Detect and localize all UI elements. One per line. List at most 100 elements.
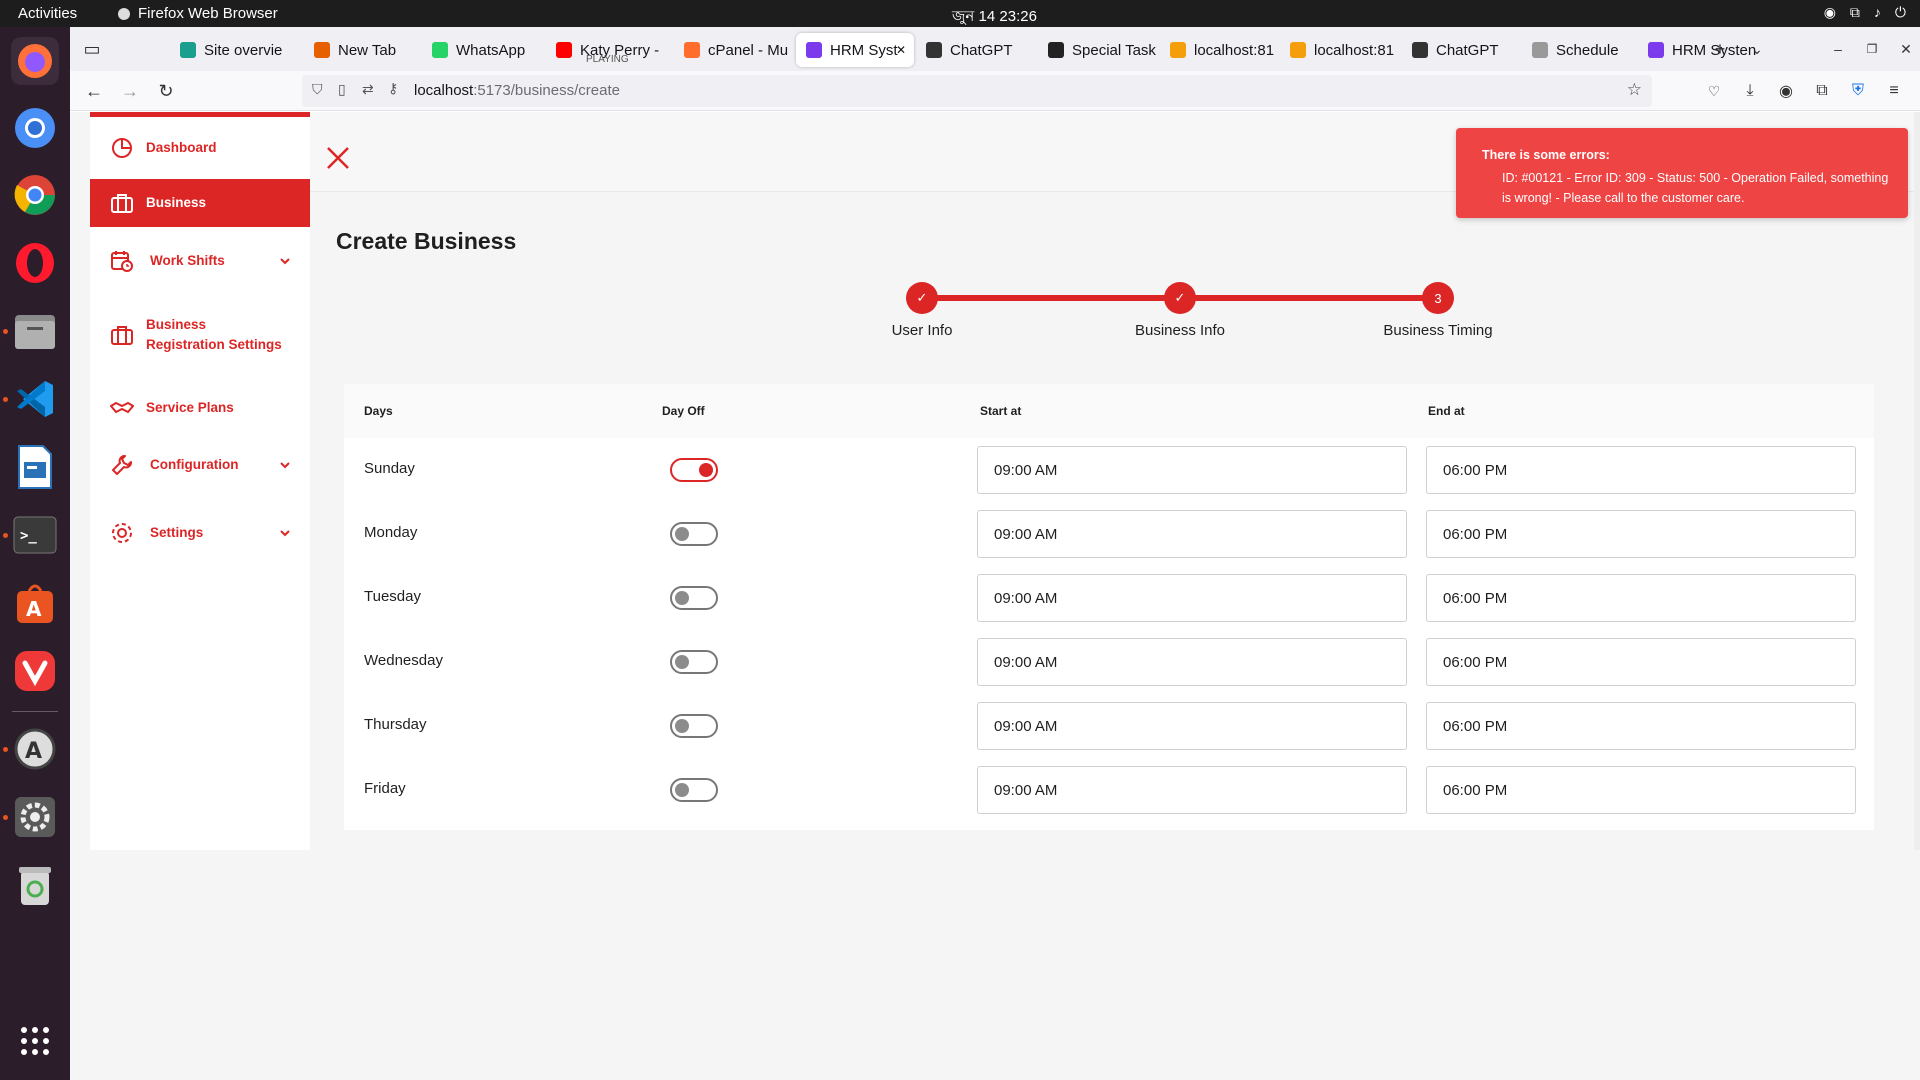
chevron-down-icon[interactable] <box>278 254 292 268</box>
end-time-input[interactable]: 06:00 PM <box>1426 702 1856 750</box>
sidebar-item-configuration[interactable]: Configuration <box>90 437 310 493</box>
browser-tab[interactable]: HRM Syst ✕ <box>796 33 914 67</box>
firefox-dock-icon[interactable] <box>11 37 59 85</box>
day-off-toggle[interactable] <box>670 458 718 482</box>
vivaldi-dock-icon[interactable] <box>11 647 59 695</box>
sidebar-item-work-shifts[interactable]: Work Shifts <box>90 233 310 289</box>
permissions-icon[interactable]: ⇄ <box>362 81 374 98</box>
day-off-toggle[interactable] <box>670 778 718 802</box>
step-marker[interactable]: 3 <box>1422 282 1454 314</box>
url-text[interactable]: localhost:5173/business/create <box>414 82 620 99</box>
tab-overview-icon[interactable]: ▭ <box>80 37 104 61</box>
opera-dock-icon[interactable] <box>11 239 59 287</box>
start-time-input[interactable]: 09:00 AM <box>977 702 1407 750</box>
restore-icon[interactable]: ❐ <box>1860 37 1884 61</box>
activities-button[interactable]: Activities <box>18 5 77 22</box>
running-indicator <box>3 533 8 538</box>
end-time-input[interactable]: 06:00 PM <box>1426 638 1856 686</box>
app-menu[interactable]: Firefox Web Browser <box>118 5 278 22</box>
bitwarden-icon[interactable]: ⛨ <box>1846 79 1870 103</box>
sidebar-item-dashboard[interactable]: Dashboard <box>90 123 310 173</box>
start-time-input[interactable]: 09:00 AM <box>977 638 1407 686</box>
start-time-input[interactable]: 09:00 AM <box>977 446 1407 494</box>
chevron-down-icon[interactable] <box>278 526 292 540</box>
browser-tab[interactable]: localhost:81 <box>1280 33 1400 67</box>
browser-tab[interactable]: localhost:81 <box>1160 33 1280 67</box>
start-time-input[interactable]: 09:00 AM <box>977 574 1407 622</box>
browser-tab[interactable]: cPanel - Mu <box>674 33 794 67</box>
sidebar-item-business-registration-settings[interactable]: Business Registration Settings <box>90 303 310 367</box>
close-icon[interactable] <box>324 144 352 172</box>
account-icon[interactable]: ◉ <box>1774 79 1798 103</box>
trash-dock-icon[interactable] <box>11 861 59 909</box>
volume-icon[interactable]: ♪ <box>1874 4 1881 21</box>
bookmark-star-icon[interactable]: ☆ <box>1627 80 1642 100</box>
browser-tab[interactable]: HRM Systen <box>1638 33 1758 67</box>
shield-icon[interactable]: ⛉ <box>312 81 323 98</box>
browser-tab[interactable]: WhatsApp <box>422 33 542 67</box>
libreoffice-impress-dock-icon[interactable] <box>11 443 59 491</box>
extensions-icon[interactable]: ⧉ <box>1810 79 1834 103</box>
chrome-dock-icon[interactable] <box>11 171 59 219</box>
column-header-days: Days <box>364 404 393 418</box>
show-apps-icon[interactable] <box>11 1017 59 1065</box>
start-time-input[interactable]: 09:00 AM <box>977 766 1407 814</box>
browser-tab[interactable]: Special Task <box>1038 33 1158 67</box>
gear-icon <box>112 523 132 543</box>
system-tray[interactable]: ◉ ⧉ ♪ ⏻ <box>1824 4 1906 21</box>
vscode-dock-icon[interactable] <box>11 375 59 423</box>
error-toast[interactable]: There is some errors: ID: #00121 - Error… <box>1456 128 1908 218</box>
sidebar-item-settings[interactable]: Settings <box>90 505 310 561</box>
browser-tab[interactable]: New Tab <box>304 33 414 67</box>
end-time-input[interactable]: 06:00 PM <box>1426 446 1856 494</box>
browser-tab[interactable]: ChatGPT <box>916 33 1036 67</box>
tab-label: Special Task <box>1072 41 1156 59</box>
files-dock-icon[interactable] <box>11 307 59 355</box>
settings-dock-icon[interactable] <box>11 793 59 841</box>
window-close-icon[interactable]: ✕ <box>1894 37 1918 61</box>
scrollbar[interactable] <box>1914 112 1920 850</box>
running-indicator <box>3 397 8 402</box>
terminal-dock-icon[interactable]: >_ <box>11 511 59 559</box>
network-icon[interactable]: ⧉ <box>1850 4 1860 21</box>
software-center-dock-icon[interactable]: A <box>11 579 59 627</box>
url-bar[interactable]: ⛉ ▯ ⇄ ⚷ localhost:5173/business/create ☆ <box>302 75 1652 107</box>
sidebar-item-service-plans[interactable]: Service Plans <box>90 383 310 433</box>
chromium-dock-icon[interactable] <box>11 104 59 152</box>
key-icon[interactable]: ⚷ <box>388 80 398 97</box>
tab-list-chevron-icon[interactable]: ⌄ <box>1745 37 1769 61</box>
reload-icon[interactable]: ↻ <box>154 79 178 103</box>
pocket-icon[interactable]: ♡ <box>1702 79 1726 103</box>
sidebar-item-business[interactable]: Business <box>90 179 310 227</box>
step-marker[interactable]: ✓ <box>1164 282 1196 314</box>
sidebar-item-label: Business <box>146 195 207 210</box>
downloads-icon[interactable]: ⤓ <box>1738 79 1762 103</box>
day-off-toggle[interactable] <box>670 650 718 674</box>
day-off-toggle[interactable] <box>670 586 718 610</box>
back-icon[interactable]: ← <box>82 79 106 103</box>
new-tab-icon[interactable]: + <box>1708 37 1732 61</box>
page-icon[interactable]: ▯ <box>338 81 346 98</box>
chevron-down-icon[interactable] <box>278 458 292 472</box>
browser-tab[interactable]: Schedule <box>1522 33 1622 67</box>
browser-tab[interactable]: Katy Perry - PLAYING <box>546 33 666 67</box>
end-time-input[interactable]: 06:00 PM <box>1426 510 1856 558</box>
tab-favicon-icon <box>556 42 572 58</box>
software-updater-dock-icon[interactable]: A <box>11 725 59 773</box>
browser-tab[interactable]: Site overvie <box>170 33 298 67</box>
power-icon[interactable]: ⏻ <box>1895 4 1906 21</box>
browser-tab[interactable]: ChatGPT <box>1402 33 1522 67</box>
end-time-input[interactable]: 06:00 PM <box>1426 574 1856 622</box>
start-time-input[interactable]: 09:00 AM <box>977 510 1407 558</box>
tab-favicon-icon <box>684 42 700 58</box>
day-off-toggle[interactable] <box>670 714 718 738</box>
tab-label: New Tab <box>338 41 397 59</box>
chrome-tray-icon[interactable]: ◉ <box>1824 4 1836 21</box>
minimize-icon[interactable]: – <box>1826 37 1850 61</box>
tab-close-icon[interactable]: ✕ <box>896 43 906 57</box>
step-marker[interactable]: ✓ <box>906 282 938 314</box>
menu-icon[interactable]: ≡ <box>1882 79 1906 103</box>
end-time-input[interactable]: 06:00 PM <box>1426 766 1856 814</box>
forward-icon[interactable]: → <box>118 79 142 103</box>
day-off-toggle[interactable] <box>670 522 718 546</box>
